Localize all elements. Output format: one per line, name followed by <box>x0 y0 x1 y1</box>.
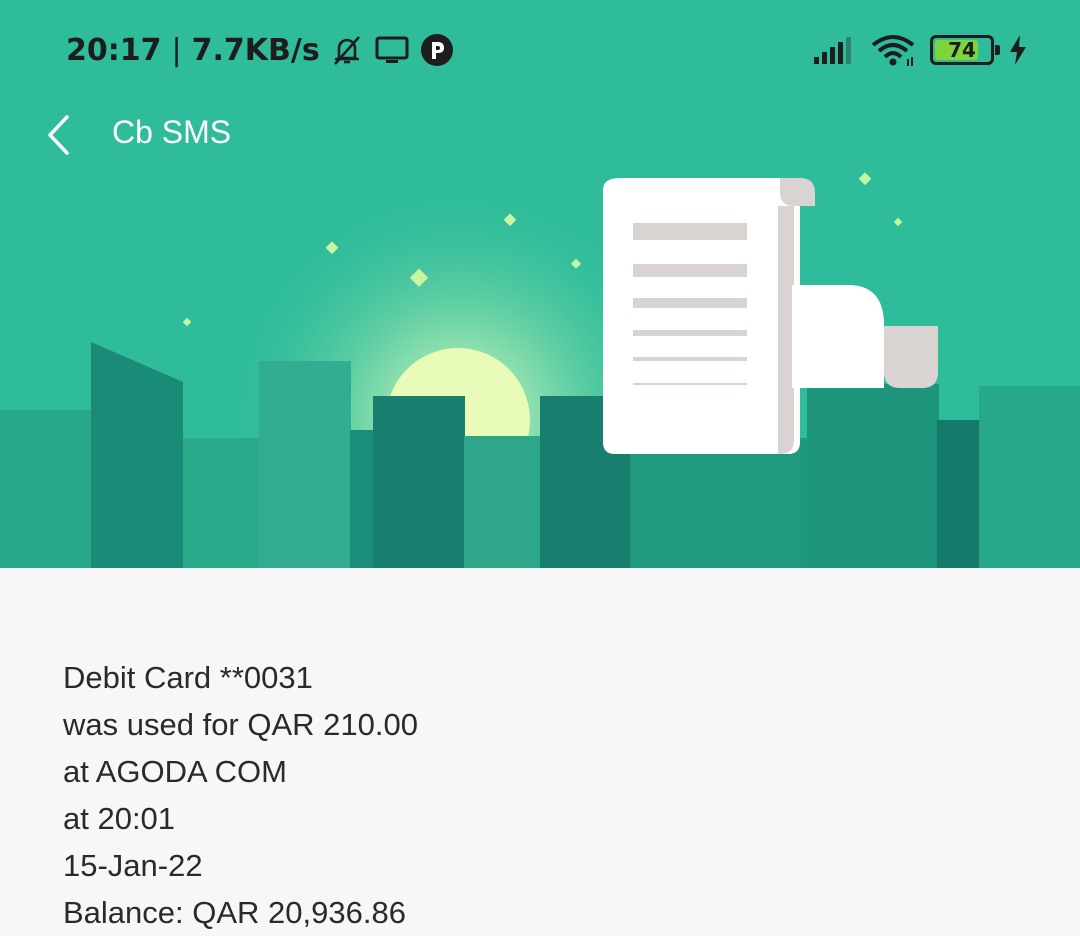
message-content: Debit Card **0031 was used for QAR 210.0… <box>0 568 1080 930</box>
sms-message-body: Debit Card **0031 was used for QAR 210.0… <box>63 654 963 936</box>
header-banner: 20:17 | 7.7KB/s 74 Cb SMS <box>0 0 1080 568</box>
battery-level: 74 <box>948 38 976 62</box>
chevron-left-icon <box>48 115 69 155</box>
app-bar: Cb SMS <box>0 100 1080 170</box>
battery-icon: 74 <box>930 35 1000 65</box>
status-bar: 20:17 | 7.7KB/s 74 <box>0 0 1080 100</box>
message-line-merchant: at AGODA COM <box>63 754 287 789</box>
status-time: 20:17 <box>66 32 162 68</box>
message-line-time: at 20:01 <box>63 801 176 836</box>
message-line-amount: was used for QAR 210.00 <box>63 707 418 742</box>
message-line-balance: Balance: QAR 20,936.86 <box>63 895 406 930</box>
status-right: 74 <box>814 30 1028 70</box>
status-left: 20:17 | 7.7KB/s <box>66 30 454 70</box>
page-title: Cb SMS <box>112 114 232 150</box>
app-notification-icon <box>420 34 453 66</box>
wifi-icon <box>871 35 915 66</box>
charging-icon <box>1010 35 1026 65</box>
network-speed: 7.7KB/s <box>191 32 320 68</box>
screen-cast-icon <box>375 36 409 63</box>
status-separator: | <box>171 32 182 68</box>
message-line-date: 15-Jan-22 <box>63 848 203 883</box>
back-button[interactable] <box>40 112 80 158</box>
message-line-card: Debit Card **0031 <box>63 660 313 695</box>
cell-signal-icon <box>814 37 851 64</box>
mute-icon <box>333 36 360 65</box>
